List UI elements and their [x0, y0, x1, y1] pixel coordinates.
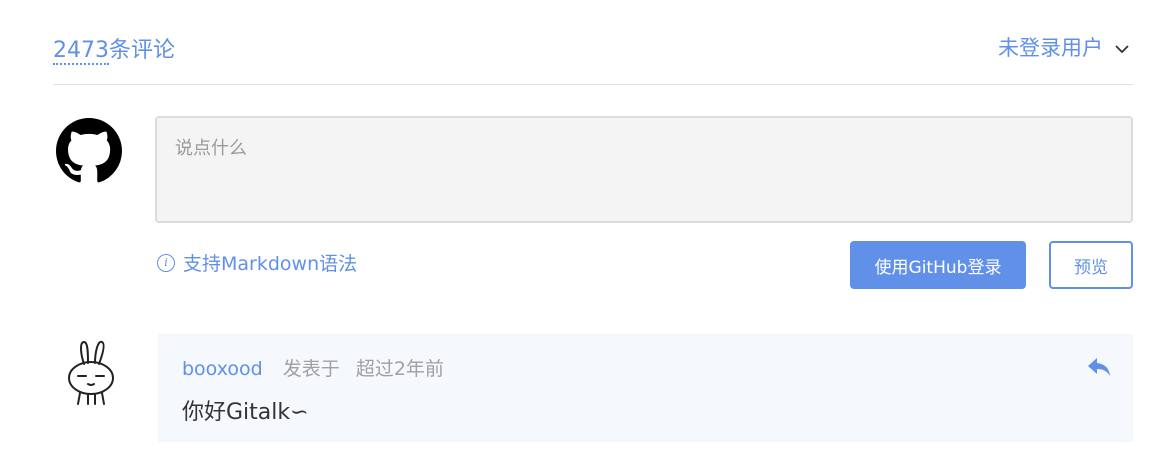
comment-posted-label: 发表于 [282, 358, 340, 380]
comments-header: 2473条评论 未登录用户 [53, 30, 1133, 85]
markdown-help-label: 支持Markdown语法 [183, 253, 358, 275]
comment-item: booxood 发表于 超过2年前 你好Gitalk∽ [158, 334, 1133, 442]
comment-time: 超过2年前 [355, 358, 444, 380]
chevron-down-icon [1115, 35, 1129, 59]
comment-meta: booxood 发表于 超过2年前 [182, 354, 444, 381]
comment-count[interactable]: 2473条评论 [53, 32, 176, 65]
rabbit-avatar-icon[interactable] [62, 338, 120, 408]
comment-author[interactable]: booxood [182, 358, 263, 380]
comment-count-number[interactable]: 2473 [53, 38, 109, 65]
comment-input[interactable] [157, 118, 1131, 221]
reply-icon[interactable] [1087, 356, 1111, 378]
preview-button[interactable]: 预览 [1049, 241, 1133, 289]
markdown-help-link[interactable]: i 支持Markdown语法 [157, 249, 357, 276]
comment-count-suffix: 条评论 [109, 38, 176, 63]
github-login-button[interactable]: 使用GitHub登录 [850, 241, 1026, 289]
comment-editor[interactable] [155, 116, 1133, 223]
comment-body: 你好Gitalk∽ [182, 400, 309, 425]
github-icon [56, 118, 122, 184]
user-menu-label: 未登录用户 [998, 36, 1103, 60]
user-menu[interactable]: 未登录用户 [998, 32, 1129, 62]
info-icon: i [157, 253, 175, 272]
